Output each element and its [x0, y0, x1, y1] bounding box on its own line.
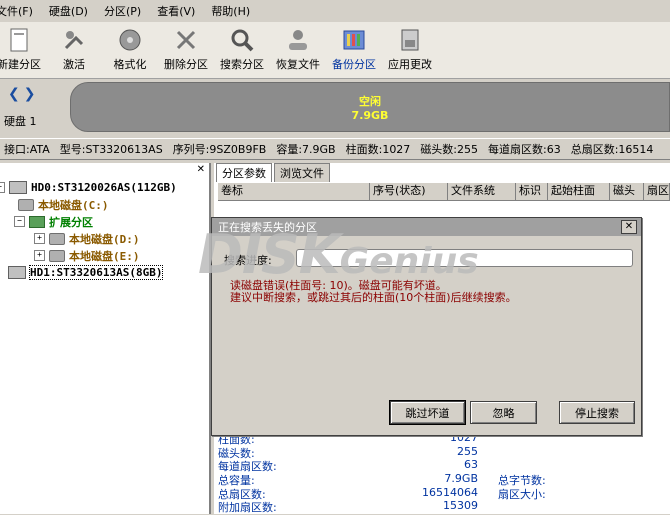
stop-search-button[interactable]: 停止搜索: [559, 401, 635, 424]
disk-tree-pane: ✕ − HD0:ST3120026AS(112GB) 本地磁盘(C:) − 扩展…: [0, 163, 211, 514]
col-volume-label[interactable]: 卷标: [218, 183, 370, 200]
backup-partition-label: 备份分区: [332, 58, 376, 71]
expand-icon[interactable]: +: [34, 233, 45, 244]
error-line-2: 建议中断搜索，或跳过其后的柱面(10个柱面)后继续搜索。: [230, 291, 517, 304]
prop-row: 总扇区数: 16514064 扇区大小:: [218, 485, 546, 501]
drive-icon: [49, 249, 65, 262]
backup-partition-icon: [343, 30, 365, 50]
tree-item-e[interactable]: + 本地磁盘(E:): [34, 247, 177, 264]
free-space-block[interactable]: 空闲 7.9GB: [70, 82, 670, 132]
collapse-icon[interactable]: −: [14, 216, 25, 227]
apply-changes-icon: [401, 29, 419, 51]
tree-item-extended[interactable]: − 扩展分区: [14, 213, 177, 230]
info-cylinders: 柱面数:1027: [345, 143, 411, 156]
diskgenius-watermark: DISKGenius: [198, 223, 479, 286]
next-disk-icon[interactable]: ❯: [24, 86, 36, 102]
free-space-title: 空闲: [359, 94, 381, 108]
search-partition-label: 搜索分区: [220, 58, 264, 71]
info-model: 型号:ST3320613AS: [59, 143, 163, 156]
close-icon[interactable]: ✕: [621, 220, 637, 234]
hard-disk-icon: [9, 181, 27, 194]
prop-row: 附加扇区数: 15309: [218, 499, 478, 515]
prev-disk-icon[interactable]: ❮: [8, 86, 20, 102]
prop-row: 磁头数: 255: [218, 444, 478, 460]
tree-item-hd0[interactable]: − HD0:ST3120026AS(112GB): [0, 179, 177, 196]
info-capacity: 容量:7.9GB: [276, 143, 336, 156]
ignore-button[interactable]: 忽略: [470, 401, 537, 424]
delete-partition-label: 删除分区: [164, 58, 208, 71]
col-start-cylinder[interactable]: 起始柱面: [548, 183, 610, 200]
close-pane-icon[interactable]: ✕: [197, 164, 205, 175]
drive-icon: [18, 198, 34, 211]
prop-row: 总容量: 7.9GB 总字节数:: [218, 472, 546, 488]
menu-help[interactable]: 帮助(H): [203, 3, 258, 19]
drive-icon: [49, 232, 65, 245]
tree-item-c[interactable]: 本地磁盘(C:): [18, 196, 177, 213]
delete-partition-icon: [176, 30, 196, 50]
new-partition-label: 新建分区: [0, 58, 41, 71]
col-file-system[interactable]: 文件系统: [448, 183, 516, 200]
disk-info-bar: 接口:ATA 型号:ST3320613AS 序列号:9SZ0B9FB 容量:7.…: [0, 138, 670, 160]
menu-disk[interactable]: 硬盘(D): [41, 3, 96, 19]
col-sector[interactable]: 扇区: [644, 183, 670, 200]
prop-row: 每道扇区数: 63: [218, 458, 478, 474]
search-partition-icon: [231, 29, 254, 52]
disk-map-bar: ❮ ❯ 硬盘 1 空闲 7.9GB: [0, 80, 670, 138]
menu-partition[interactable]: 分区(P): [96, 3, 149, 19]
activate-label: 激活: [63, 58, 85, 71]
toolbar: 新建分区 激活 格式化 删除分区 搜索分区 恢复文件 备份分区 应用更改: [0, 22, 670, 79]
info-serial: 序列号:9SZ0B9FB: [172, 143, 267, 156]
recover-files-icon: [289, 30, 307, 50]
tree-item-hd1[interactable]: HD1:ST3320613AS(8GB): [8, 264, 177, 281]
col-id[interactable]: 标识: [516, 183, 548, 200]
col-index-status[interactable]: 序号(状态): [370, 183, 448, 200]
hard-disk-icon: [8, 266, 26, 279]
col-head[interactable]: 磁头: [610, 183, 644, 200]
detail-tabs: 分区参数 浏览文件: [216, 163, 332, 182]
recover-files-button[interactable]: 恢复文件: [270, 22, 326, 78]
apply-changes-label: 应用更改: [388, 58, 432, 71]
format-button[interactable]: 格式化: [102, 22, 158, 78]
disk-label: 硬盘 1: [4, 115, 37, 128]
format-label: 格式化: [113, 58, 147, 71]
tree-item-d[interactable]: + 本地磁盘(D:): [34, 230, 177, 247]
expand-icon[interactable]: +: [34, 250, 45, 261]
new-partition-button[interactable]: 新建分区: [0, 22, 46, 78]
search-partition-button[interactable]: 搜索分区: [214, 22, 270, 78]
new-partition-icon: [10, 28, 28, 52]
info-heads: 磁头数:255: [420, 143, 479, 156]
collapse-icon[interactable]: −: [0, 182, 5, 193]
activate-button[interactable]: 激活: [46, 22, 102, 78]
extended-partition-icon: [29, 215, 45, 228]
info-total-sectors: 总扇区数:16514: [570, 143, 654, 156]
tab-partition-params[interactable]: 分区参数: [216, 163, 272, 182]
skip-bad-sectors-button[interactable]: 跳过坏道: [389, 400, 466, 425]
menu-file[interactable]: 文件(F): [0, 3, 41, 19]
recover-files-label: 恢复文件: [276, 58, 320, 71]
activate-icon: [64, 31, 84, 50]
format-icon: [119, 29, 141, 51]
backup-partition-button[interactable]: 备份分区: [326, 22, 382, 78]
disk-nav: ❮ ❯: [8, 86, 35, 102]
apply-changes-button[interactable]: 应用更改: [382, 22, 438, 78]
partition-table-header: 卷标 序号(状态) 文件系统 标识 起始柱面 磁头 扇区: [218, 182, 670, 201]
info-interface: 接口:ATA: [4, 143, 50, 156]
free-space-size: 7.9GB: [351, 108, 389, 122]
menu-bar: 文件(F) 硬盘(D) 分区(P) 查看(V) 帮助(H): [0, 0, 670, 22]
menu-view[interactable]: 查看(V): [149, 3, 203, 19]
disk-properties: 柱面数: 1027 磁头数: 255 每道扇区数: 63 总容量: 7.9GB 总字节数:…: [218, 431, 546, 515]
info-sectors-per-track: 每道扇区数:63: [488, 143, 561, 156]
delete-partition-button[interactable]: 删除分区: [158, 22, 214, 78]
disk-tree: − HD0:ST3120026AS(112GB) 本地磁盘(C:) − 扩展分区…: [0, 179, 177, 281]
tab-browse-files[interactable]: 浏览文件: [274, 163, 330, 182]
